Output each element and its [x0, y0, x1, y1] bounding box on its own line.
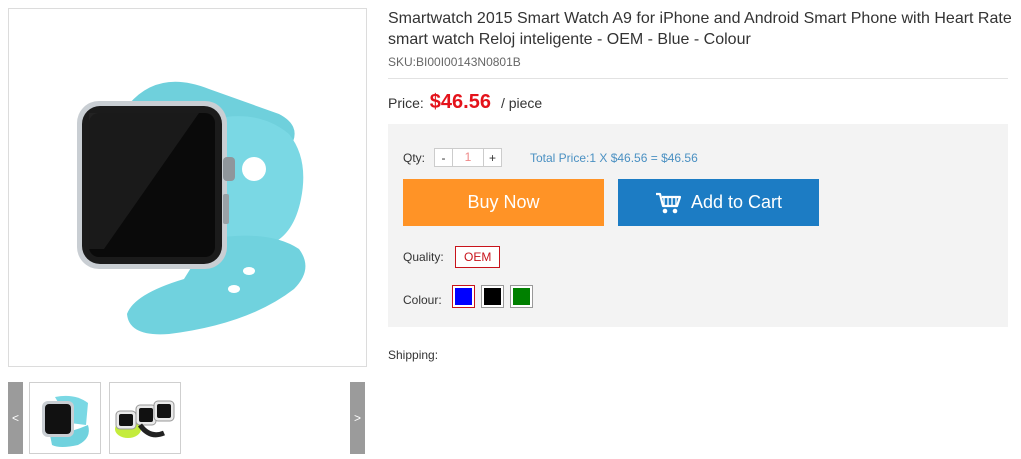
add-to-cart-button[interactable]: Add to Cart [618, 179, 819, 226]
colour-swatch-blue[interactable] [452, 285, 475, 308]
price-row: Price: $46.56 / piece [388, 91, 542, 114]
price-unit: / piece [500, 95, 543, 111]
price-value: $46.56 [429, 91, 491, 113]
qty-plus-button[interactable]: + [483, 148, 502, 167]
quality-option-oem[interactable]: OEM [455, 246, 501, 268]
colour-swatch-black[interactable] [481, 285, 504, 308]
purchase-panel: Qty: - 1 + Total Price:1 X $46.56 = $46.… [388, 124, 1008, 327]
thumbnail-blue-watch[interactable] [29, 382, 101, 454]
qty-label: Qty: [403, 151, 426, 165]
shopping-cart-icon [655, 191, 681, 215]
smartwatch-image [77, 81, 306, 335]
total-price: Total Price:1 X $46.56 = $46.56 [530, 151, 698, 165]
add-to-cart-label: Add to Cart [690, 192, 783, 212]
shipping-label: Shipping: [388, 348, 439, 362]
buy-now-label: Buy Now [467, 192, 540, 212]
thumbnail-color-variants[interactable] [109, 382, 181, 454]
thumbnail-next-arrow[interactable]: > [350, 382, 365, 454]
qty-input[interactable]: 1 [453, 148, 483, 167]
divider [388, 78, 1008, 79]
product-sku: SKU:BI00I00143N0801B [388, 55, 521, 69]
quantity-stepper: - 1 + [434, 148, 502, 167]
swatch-fill [455, 288, 472, 305]
swatch-fill [513, 288, 530, 305]
buy-now-button[interactable]: Buy Now [403, 179, 604, 226]
colour-label: Colour: [403, 293, 442, 307]
thumbnail-image [42, 395, 89, 447]
swatch-fill [484, 288, 501, 305]
qty-minus-button[interactable]: - [434, 148, 453, 167]
product-title: Smartwatch 2015 Smart Watch A9 for iPhon… [388, 10, 1012, 48]
price-label: Price: [388, 95, 424, 111]
thumbnail-image [115, 400, 175, 438]
quality-label: Quality: [403, 250, 444, 264]
colour-swatch-green[interactable] [510, 285, 533, 308]
thumbnail-prev-arrow[interactable]: < [8, 382, 23, 454]
main-product-image[interactable] [8, 8, 367, 367]
